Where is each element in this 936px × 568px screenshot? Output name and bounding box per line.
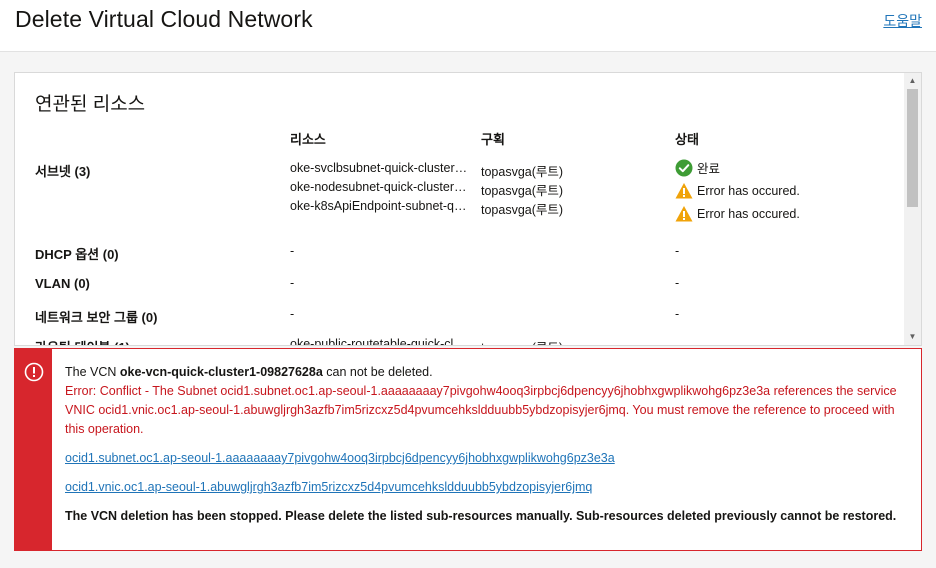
page-header: Delete Virtual Cloud Network 도움말 <box>0 0 936 52</box>
row-label-subnet: 서브넷 (3) <box>35 164 91 179</box>
status-text: 완료 <box>697 162 721 176</box>
row-label-vlan: VLAN (0) <box>35 276 90 291</box>
status-text: Error has occured. <box>697 184 800 198</box>
scrollbar-thumb[interactable] <box>907 89 918 207</box>
dhcp-resource: - <box>290 244 295 258</box>
nsg-resource: - <box>290 307 295 321</box>
row-label-nsg: 네트워크 보안 그룹 (0) <box>35 310 158 325</box>
error-detail: Error: Conflict - The Subnet ocid1.subne… <box>65 384 897 436</box>
vlan-resource: - <box>290 276 295 290</box>
error-heading: The VCN oke-vcn-quick-cluster1-09827628a… <box>65 363 913 382</box>
subnet-compartment-1: topasvga(루트) <box>481 165 564 179</box>
error-heading-suffix: can not be deleted. <box>326 365 433 379</box>
warning-icon <box>675 206 693 222</box>
vertical-scrollbar[interactable]: ▲ ▼ <box>904 73 921 345</box>
subnet-status-1: 완료 <box>675 158 720 177</box>
row-label-dhcp: DHCP 옵션 (0) <box>35 247 119 262</box>
check-circle-icon <box>675 159 693 176</box>
status-text: Error has occured. <box>697 207 800 221</box>
route-table-compartment: topasvga(루트) <box>481 337 631 345</box>
associated-resources-panel: 연관된 리소스 리소스 구획 상태 서브넷 (3) oke-svclbsubne… <box>14 72 922 346</box>
scroll-down-arrow-icon[interactable]: ▼ <box>904 329 921 345</box>
deletion-stopped-message: The VCN deletion has been stopped. Pleas… <box>65 509 897 523</box>
error-content: The VCN oke-vcn-quick-cluster1-09827628a… <box>65 363 913 526</box>
scroll-up-arrow-icon[interactable]: ▲ <box>904 73 921 89</box>
page-title: Delete Virtual Cloud Network <box>15 6 313 32</box>
vlan-status: - <box>675 276 680 290</box>
warning-icon <box>675 183 693 199</box>
help-link[interactable]: 도움말 <box>883 11 922 31</box>
row-label-route-table: 라우팅 테이블 (1) <box>35 337 130 345</box>
vcn-name: oke-vcn-quick-cluster1-09827628a <box>119 365 323 379</box>
column-header-compartment: 구획 <box>481 132 505 147</box>
subnet-compartment-3: topasvga(루트) <box>481 203 564 217</box>
route-table-resource: oke-public-routetable-quick-cluster1 <box>290 337 470 346</box>
error-alert-bar <box>15 349 52 550</box>
subnet-compartment-2: topasvga(루트) <box>481 184 564 198</box>
subnet-resource-2: oke-nodesubnet-quick-cluster1-09827628a-… <box>290 180 470 194</box>
subnet-resource-1: oke-svclbsubnet-quick-cluster1-09827628a… <box>290 161 470 175</box>
subnet-status-2: Error has occured. <box>675 182 800 200</box>
dhcp-status: - <box>675 244 680 258</box>
panel-title: 연관된 리소스 <box>35 94 146 115</box>
error-heading-prefix: The VCN <box>65 365 117 379</box>
vnic-ocid-link[interactable]: ocid1.vnic.oc1.ap-seoul-1.abuwgljrgh3azf… <box>65 478 913 497</box>
column-header-resource: 리소스 <box>290 132 326 147</box>
subnet-ocid-link[interactable]: ocid1.subnet.oc1.ap-seoul-1.aaaaaaaay7pi… <box>65 449 913 468</box>
column-header-status: 상태 <box>675 132 699 147</box>
subnet-status-3: Error has occured. <box>675 205 800 223</box>
error-circle-icon <box>24 362 44 382</box>
nsg-status: - <box>675 307 680 321</box>
error-alert: The VCN oke-vcn-quick-cluster1-09827628a… <box>14 348 922 551</box>
subnet-resource-3: oke-k8sApiEndpoint-subnet-quick-cluster1… <box>290 199 470 213</box>
